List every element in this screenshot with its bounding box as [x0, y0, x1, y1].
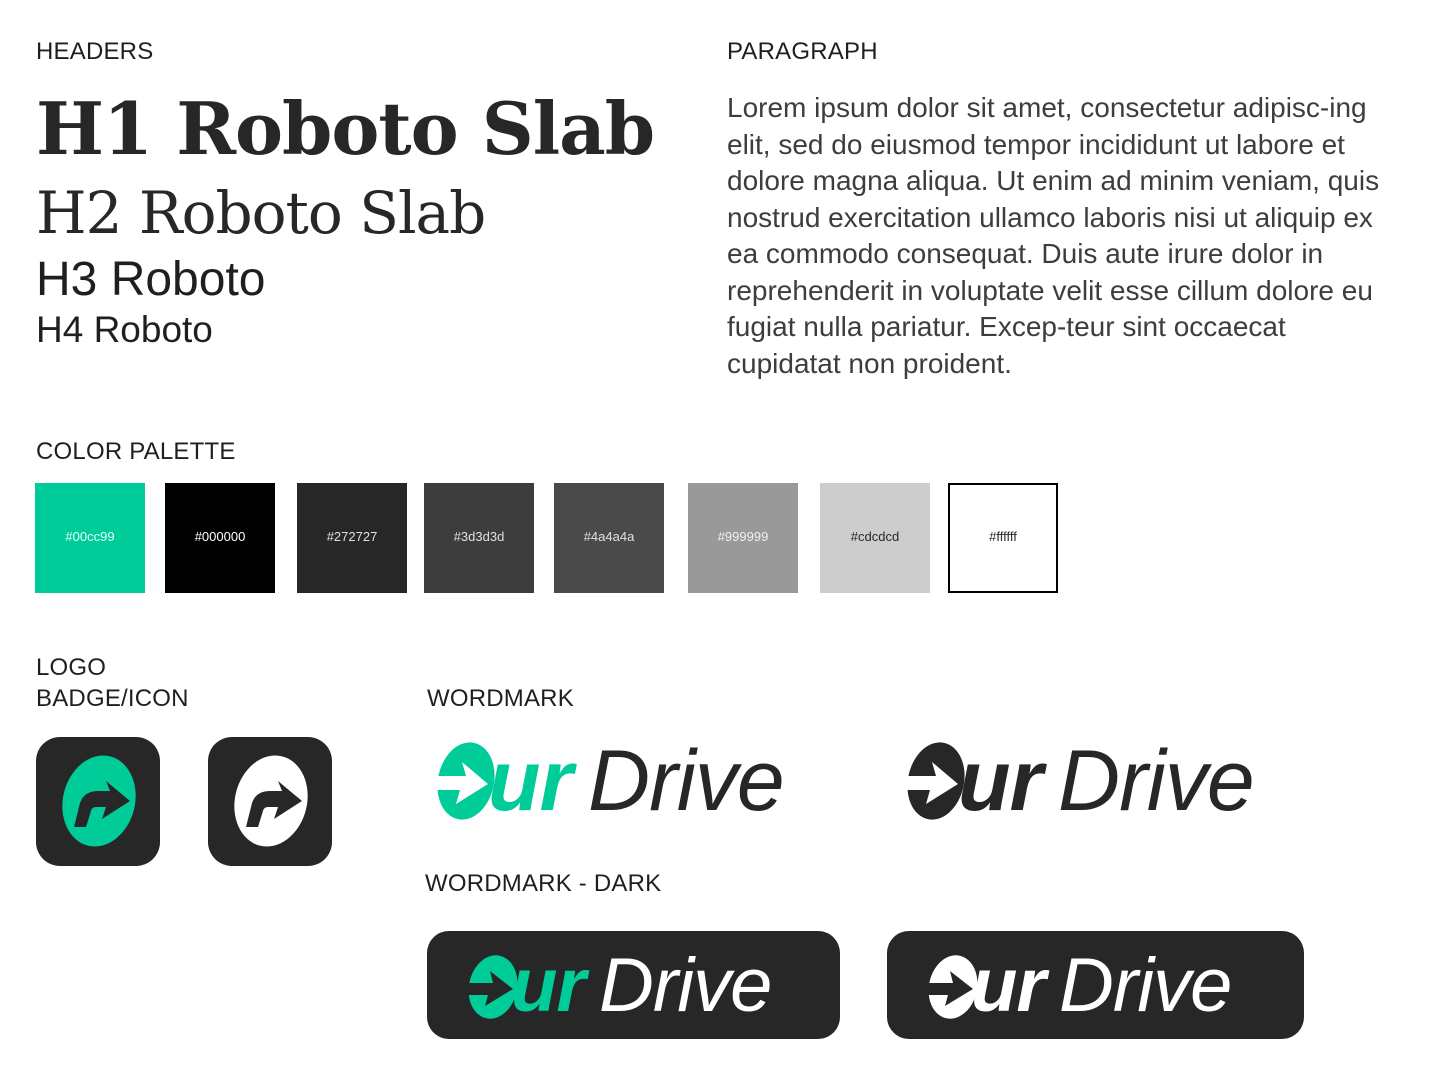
swatch-dark-3: #4a4a4a [554, 483, 664, 593]
swatch-accent: #00cc99 [35, 483, 145, 593]
wordmark-accent: ur Drive [426, 736, 826, 826]
paragraph-section-label: PARAGRAPH [727, 38, 878, 65]
arrow-circle-icon [919, 955, 978, 1019]
badge-white [208, 737, 332, 866]
wordmark-ur: ur [971, 943, 1046, 1028]
wordmark-ur: ur [488, 733, 573, 829]
wordmark-dark-label: WORDMARK - DARK [425, 870, 662, 897]
swatch-black: #000000 [165, 483, 275, 593]
wordmark-label: WORDMARK [427, 685, 574, 712]
swatch-dark-2: #3d3d3d [424, 483, 534, 593]
swatch-label: #000000 [194, 529, 246, 544]
wordmark-drive: Drive [1059, 943, 1232, 1028]
arrow-circle-icon [459, 955, 518, 1019]
arrow-circle-icon [234, 755, 308, 847]
color-palette-label: COLOR PALETTE [36, 438, 236, 465]
arrow-circle-icon [426, 742, 495, 820]
paragraph-sample: Lorem ipsum dolor sit amet, consectetur … [727, 92, 1380, 379]
headers-section-label: HEADERS [36, 38, 154, 65]
swatch-label: #00cc99 [65, 529, 115, 544]
arrow-circle-icon [896, 742, 965, 820]
h1-sample: H1 Roboto Slab [36, 86, 655, 171]
swatch-label: #999999 [717, 529, 769, 544]
swatch-label: #ffffff [989, 529, 1017, 544]
logo-section-label: LOGO [36, 654, 107, 681]
wordmark-dark-white: ur Drive [887, 931, 1304, 1039]
h3-sample: H3 Roboto [36, 253, 266, 306]
badge-accent [36, 737, 160, 866]
swatch-white: #ffffff [948, 483, 1058, 593]
wordmark-ur: ur [511, 943, 586, 1028]
swatch-label: #272727 [326, 529, 378, 544]
swatch-grey: #999999 [688, 483, 798, 593]
wordmark-dark-accent: ur Drive [427, 931, 840, 1039]
wordmark-drive: Drive [1058, 733, 1255, 829]
swatch-label: #cdcdcd [850, 529, 900, 544]
swatch-label: #4a4a4a [583, 529, 635, 544]
wordmark-drive: Drive [599, 943, 772, 1028]
wordmark-ur: ur [958, 733, 1043, 829]
swatch-label: #3d3d3d [453, 529, 505, 544]
swatch-light-grey: #cdcdcd [820, 483, 930, 593]
h2-sample: H2 Roboto Slab [36, 179, 486, 247]
arrow-circle-icon [62, 755, 136, 847]
swatch-dark-1: #272727 [297, 483, 407, 593]
wordmark-drive: Drive [588, 733, 785, 829]
h4-sample: H4 Roboto [36, 309, 213, 350]
badge-icon-label: BADGE/ICON [36, 685, 189, 712]
wordmark-mono: ur Drive [896, 736, 1296, 826]
